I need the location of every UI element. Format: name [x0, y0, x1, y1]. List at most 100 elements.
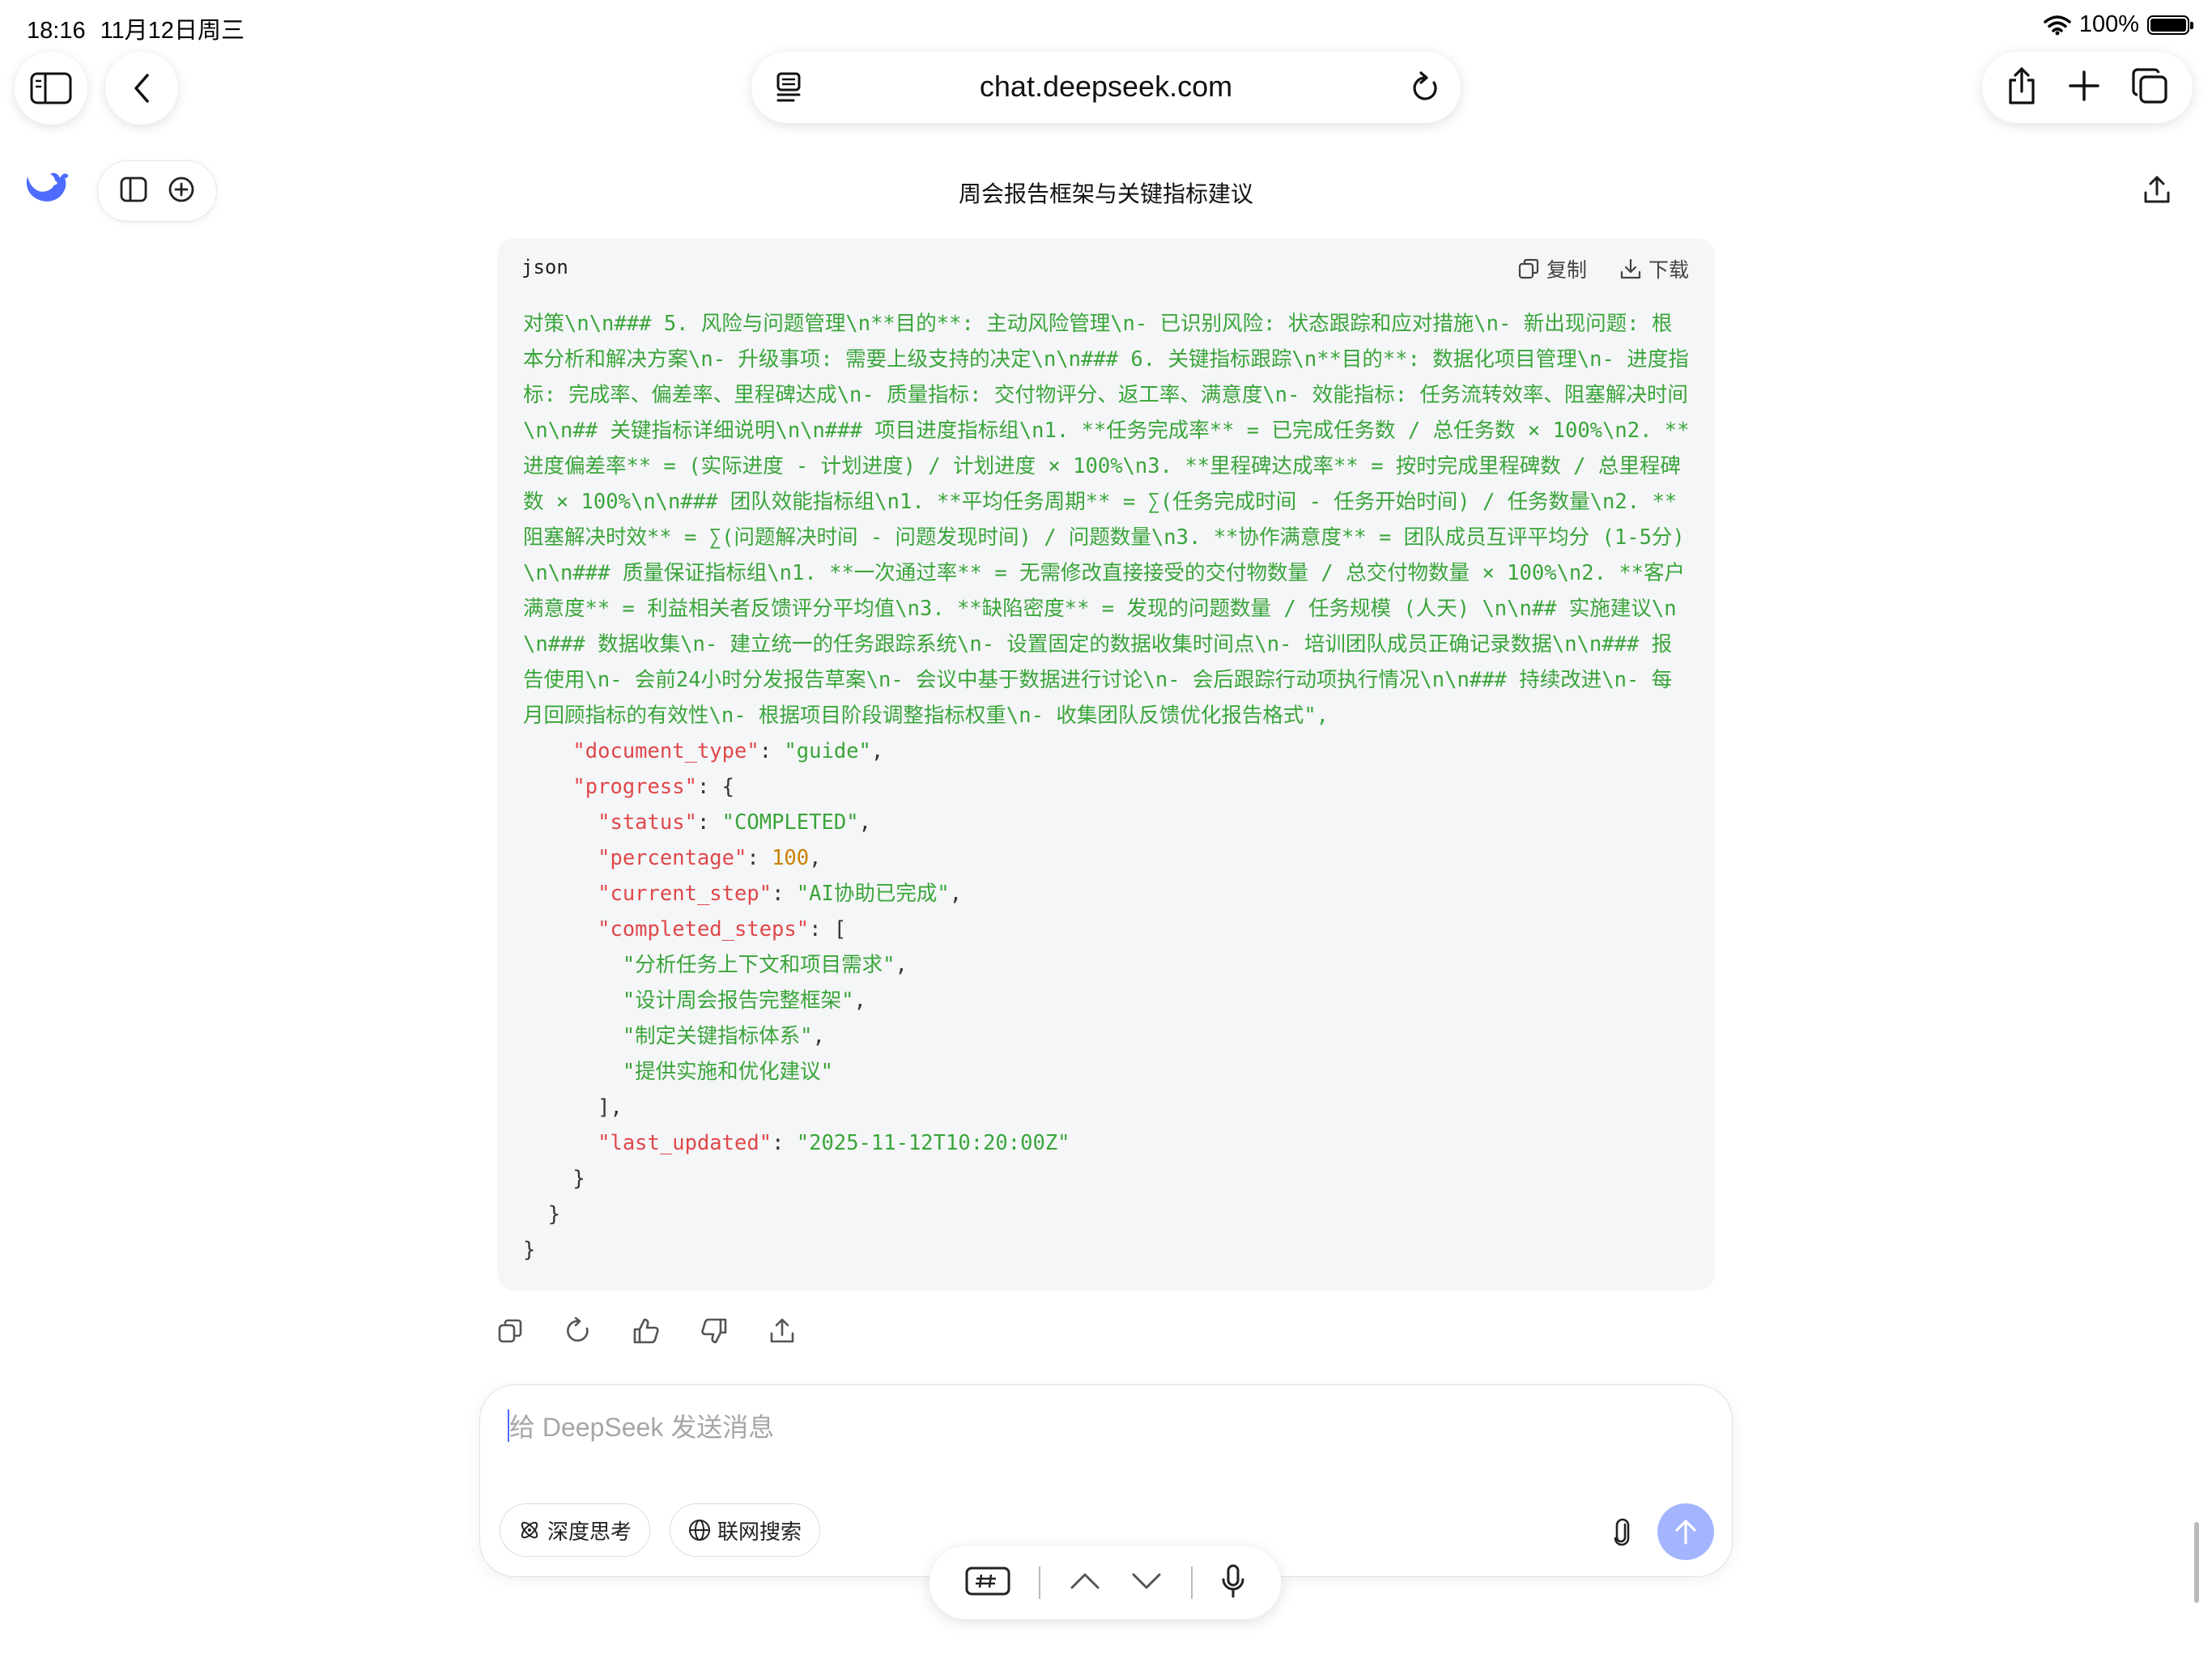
- thumbs-down-icon: [701, 1318, 727, 1344]
- json-string: "分析任务上下文和项目需求": [622, 953, 895, 977]
- dictation-button[interactable]: [1221, 1563, 1245, 1603]
- json-key: "last_updated": [598, 1131, 772, 1155]
- sidebar-icon: [30, 72, 72, 104]
- chevron-down-icon: [1132, 1573, 1161, 1588]
- code-line: "progress": {: [572, 775, 735, 799]
- web-search-toggle[interactable]: 联网搜索: [670, 1503, 821, 1557]
- dislike-button[interactable]: [698, 1315, 730, 1347]
- atom-icon: [521, 1521, 538, 1539]
- copy-icon: [498, 1319, 522, 1343]
- reload-button[interactable]: [1409, 70, 1441, 109]
- status-date: 11月12日周三: [100, 18, 245, 44]
- json-key: "percentage": [598, 846, 747, 870]
- new-tab-button[interactable]: [2068, 70, 2100, 106]
- sidebar-toggle-button[interactable]: [15, 52, 87, 125]
- download-label: 下载: [1648, 259, 1689, 282]
- json-code-block: json 复制 下载 对策\n\n### 5. 风险与问题管理\n**目的**:…: [497, 238, 1715, 1290]
- share-icon: [2009, 66, 2035, 104]
- json-number: 100: [772, 846, 810, 870]
- separator: [1038, 1567, 1040, 1599]
- status-left: 18:16 11月12日周三: [27, 11, 259, 45]
- send-button[interactable]: [1657, 1503, 1714, 1560]
- copy-response-button[interactable]: [494, 1315, 526, 1347]
- text-caret: [508, 1409, 509, 1442]
- code-line: "current_step": "AI协助已完成",: [598, 882, 963, 906]
- scrollbar-thumb[interactable]: [2194, 1522, 2199, 1603]
- arrow-up-icon: [1675, 1520, 1696, 1545]
- code-line: "制定关键指标体系",: [622, 1024, 825, 1048]
- paperclip-icon: [1614, 1518, 1630, 1546]
- regenerate-icon: [567, 1317, 589, 1342]
- json-string: "AI协助已完成": [796, 882, 950, 906]
- json-key: "document_type": [572, 739, 759, 763]
- keyboard-toolbar: [929, 1546, 1281, 1619]
- json-string: "2025-11-12T10:20:00Z": [796, 1131, 1070, 1155]
- input-method-button[interactable]: [965, 1565, 1010, 1601]
- json-key: "status": [598, 810, 697, 835]
- status-right: 100%: [2044, 11, 2193, 38]
- battery-percent: 100%: [2078, 11, 2139, 37]
- code-line: }: [523, 1238, 536, 1262]
- code-line: ],: [523, 1095, 623, 1120]
- chevron-up-icon: [1070, 1573, 1100, 1588]
- regenerate-button[interactable]: [562, 1315, 594, 1347]
- like-button[interactable]: [630, 1315, 662, 1347]
- back-button[interactable]: [105, 52, 178, 125]
- share-button[interactable]: [2006, 66, 2038, 110]
- reload-icon: [1413, 71, 1437, 100]
- copy-label: 复制: [1546, 259, 1587, 282]
- code-line: "分析任务上下文和项目需求",: [622, 953, 908, 977]
- json-string-content: 对策\n\n### 5. 风险与问题管理\n**目的**: 主动风险管理\n- …: [523, 312, 1698, 728]
- battery-icon: [2147, 15, 2193, 35]
- next-field-button[interactable]: [1130, 1571, 1163, 1595]
- code-line: "document_type": "guide",: [572, 739, 884, 763]
- code-line: "status": "COMPLETED",: [598, 810, 871, 835]
- json-string: "制定关键指标体系": [622, 1024, 813, 1048]
- tabs-overview-button[interactable]: [2130, 66, 2169, 109]
- code-line: }: [523, 1167, 585, 1191]
- code-line: }: [523, 1202, 561, 1226]
- microphone-icon: [1222, 1564, 1244, 1597]
- separator: [1190, 1567, 1193, 1599]
- json-string: "guide": [784, 739, 871, 763]
- attach-button[interactable]: [1604, 1515, 1640, 1550]
- code-line: "提供实施和优化建议": [523, 1054, 1692, 1090]
- pinyin-keyboard-icon: [965, 1567, 1010, 1595]
- status-time: 18:16: [27, 18, 86, 44]
- wifi-icon: [2044, 15, 2071, 35]
- tabs-icon: [2132, 67, 2167, 104]
- deep-think-label: 深度思考: [547, 1519, 632, 1544]
- web-search-label: 联网搜索: [717, 1519, 802, 1544]
- message-input[interactable]: [508, 1406, 1563, 1448]
- upload-share-icon: [770, 1318, 794, 1343]
- url-text[interactable]: chat.deepseek.com: [751, 70, 1461, 104]
- code-language-label: json: [521, 256, 568, 278]
- copy-code-button[interactable]: 复制: [1517, 254, 1587, 283]
- code-content: 对策\n\n### 5. 风险与问题管理\n**目的**: 主动风险管理\n- …: [523, 306, 1692, 1268]
- json-key: "current_step": [598, 882, 772, 906]
- deep-think-toggle[interactable]: 深度思考: [500, 1503, 651, 1557]
- code-actions: 复制 下载: [1517, 254, 1689, 283]
- json-string: "COMPLETED": [721, 810, 859, 835]
- browser-actions: [1982, 52, 2193, 123]
- status-bar: 18:16 11月12日周三 100%: [0, 0, 2212, 52]
- response-actions: [494, 1315, 798, 1347]
- upload-share-icon: [2144, 176, 2170, 203]
- code-line: "设计周会报告完整框架",: [622, 988, 866, 1013]
- share-response-button[interactable]: [766, 1315, 798, 1347]
- json-string: "设计周会报告完整框架": [622, 988, 854, 1013]
- previous-field-button[interactable]: [1069, 1571, 1101, 1595]
- download-icon: [1620, 258, 1641, 279]
- code-line: "percentage": 100,: [598, 846, 822, 870]
- download-code-button[interactable]: 下载: [1619, 254, 1689, 283]
- json-key: "completed_steps": [598, 917, 810, 942]
- json-key: "progress": [572, 775, 697, 799]
- copy-icon: [1518, 258, 1539, 279]
- chat-share-button[interactable]: [2142, 175, 2172, 210]
- code-line: "completed_steps": [: [598, 917, 847, 942]
- chat-title: 周会报告框架与关键指标建议: [958, 181, 1253, 206]
- json-string: "提供实施和优化建议": [622, 1060, 834, 1084]
- thumbs-up-icon: [633, 1318, 659, 1344]
- address-bar[interactable]: chat.deepseek.com: [751, 52, 1461, 123]
- plus-icon: [2069, 70, 2099, 101]
